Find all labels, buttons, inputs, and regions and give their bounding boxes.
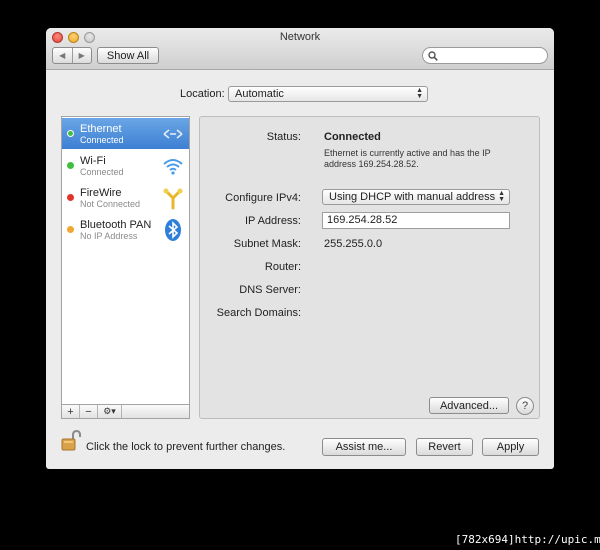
- configure-ipv4-label: Configure IPv4:: [225, 192, 301, 204]
- location-value: Automatic: [235, 88, 284, 100]
- watermark-text: [782x694]http://upic.me/: [455, 533, 600, 546]
- show-all-button[interactable]: Show All: [97, 47, 159, 64]
- service-status: No IP Address: [80, 231, 138, 241]
- gear-icon[interactable]: ⚙▾: [98, 405, 122, 418]
- remove-service-button[interactable]: −: [80, 405, 98, 418]
- service-status: Connected: [80, 167, 124, 177]
- ethernet-icon: [163, 129, 183, 139]
- network-preferences-window: Network ◀ ▶ Show All Location: Automatic…: [46, 28, 554, 469]
- assist-me-button[interactable]: Assist me...: [322, 438, 406, 456]
- ip-address-field[interactable]: 169.254.28.52: [322, 212, 510, 229]
- subnet-mask-value: 255.255.0.0: [324, 238, 383, 250]
- service-item-wifi[interactable]: Wi-Fi Connected: [62, 150, 189, 181]
- search-domains-label: Search Domains:: [216, 307, 301, 319]
- service-status: Connected: [80, 135, 124, 145]
- service-item-ethernet[interactable]: Ethernet Connected: [62, 118, 189, 149]
- service-item-firewire[interactable]: FireWire Not Connected: [62, 182, 189, 213]
- dns-server-label: DNS Server:: [239, 284, 301, 296]
- status-dot: [67, 162, 74, 169]
- revert-button[interactable]: Revert: [416, 438, 473, 456]
- popup-arrows-icon: ▲ ▼: [498, 190, 505, 203]
- back-button[interactable]: ◀: [53, 48, 73, 63]
- router-label: Router:: [264, 261, 301, 273]
- title-bar: Network ◀ ▶ Show All: [46, 28, 554, 70]
- search-field[interactable]: [422, 47, 548, 64]
- service-list-toolbar: + − ⚙▾: [61, 404, 190, 419]
- wifi-icon: [163, 159, 183, 175]
- service-name: Bluetooth PAN: [80, 219, 152, 231]
- service-name: FireWire: [80, 187, 122, 199]
- status-dot: [67, 226, 74, 233]
- lock-icon[interactable]: [60, 430, 82, 452]
- popup-arrows-icon: ▲ ▼: [416, 87, 423, 100]
- lock-message: Click the lock to prevent further change…: [86, 441, 286, 453]
- service-status: Not Connected: [80, 199, 141, 209]
- forward-button[interactable]: ▶: [73, 48, 92, 63]
- configure-ipv4-popup[interactable]: Using DHCP with manual address ▲ ▼: [322, 189, 510, 205]
- service-list: Ethernet Connected Wi-Fi Connected FireW…: [61, 116, 190, 405]
- configure-ipv4-value: Using DHCP with manual address: [329, 191, 496, 203]
- bluetooth-icon: [165, 219, 181, 241]
- subnet-mask-label: Subnet Mask:: [233, 238, 301, 250]
- window-title: Network: [279, 31, 321, 43]
- advanced-button[interactable]: Advanced...: [429, 397, 509, 414]
- status-value: Connected: [324, 131, 381, 143]
- status-label: Status:: [266, 131, 301, 143]
- service-detail-panel: Status: Connected Ethernet is currently …: [199, 116, 540, 419]
- location-popup[interactable]: Automatic ▲ ▼: [228, 86, 428, 102]
- service-name: Ethernet: [80, 123, 122, 135]
- status-dot: [67, 130, 74, 137]
- search-icon: [428, 51, 438, 61]
- status-dot: [67, 194, 74, 201]
- apply-button[interactable]: Apply: [482, 438, 539, 456]
- add-service-button[interactable]: +: [62, 405, 80, 418]
- status-description: Ethernet is currently active and has the…: [324, 148, 491, 169]
- service-item-bluetooth-pan[interactable]: Bluetooth PAN No IP Address: [62, 214, 189, 245]
- back-forward-control: ◀ ▶: [52, 47, 92, 64]
- service-name: Wi-Fi: [80, 155, 106, 167]
- ip-address-label: IP Address:: [244, 215, 301, 227]
- firewire-icon: [163, 188, 183, 210]
- help-button[interactable]: ?: [516, 397, 534, 415]
- location-label: Location:: [180, 88, 225, 100]
